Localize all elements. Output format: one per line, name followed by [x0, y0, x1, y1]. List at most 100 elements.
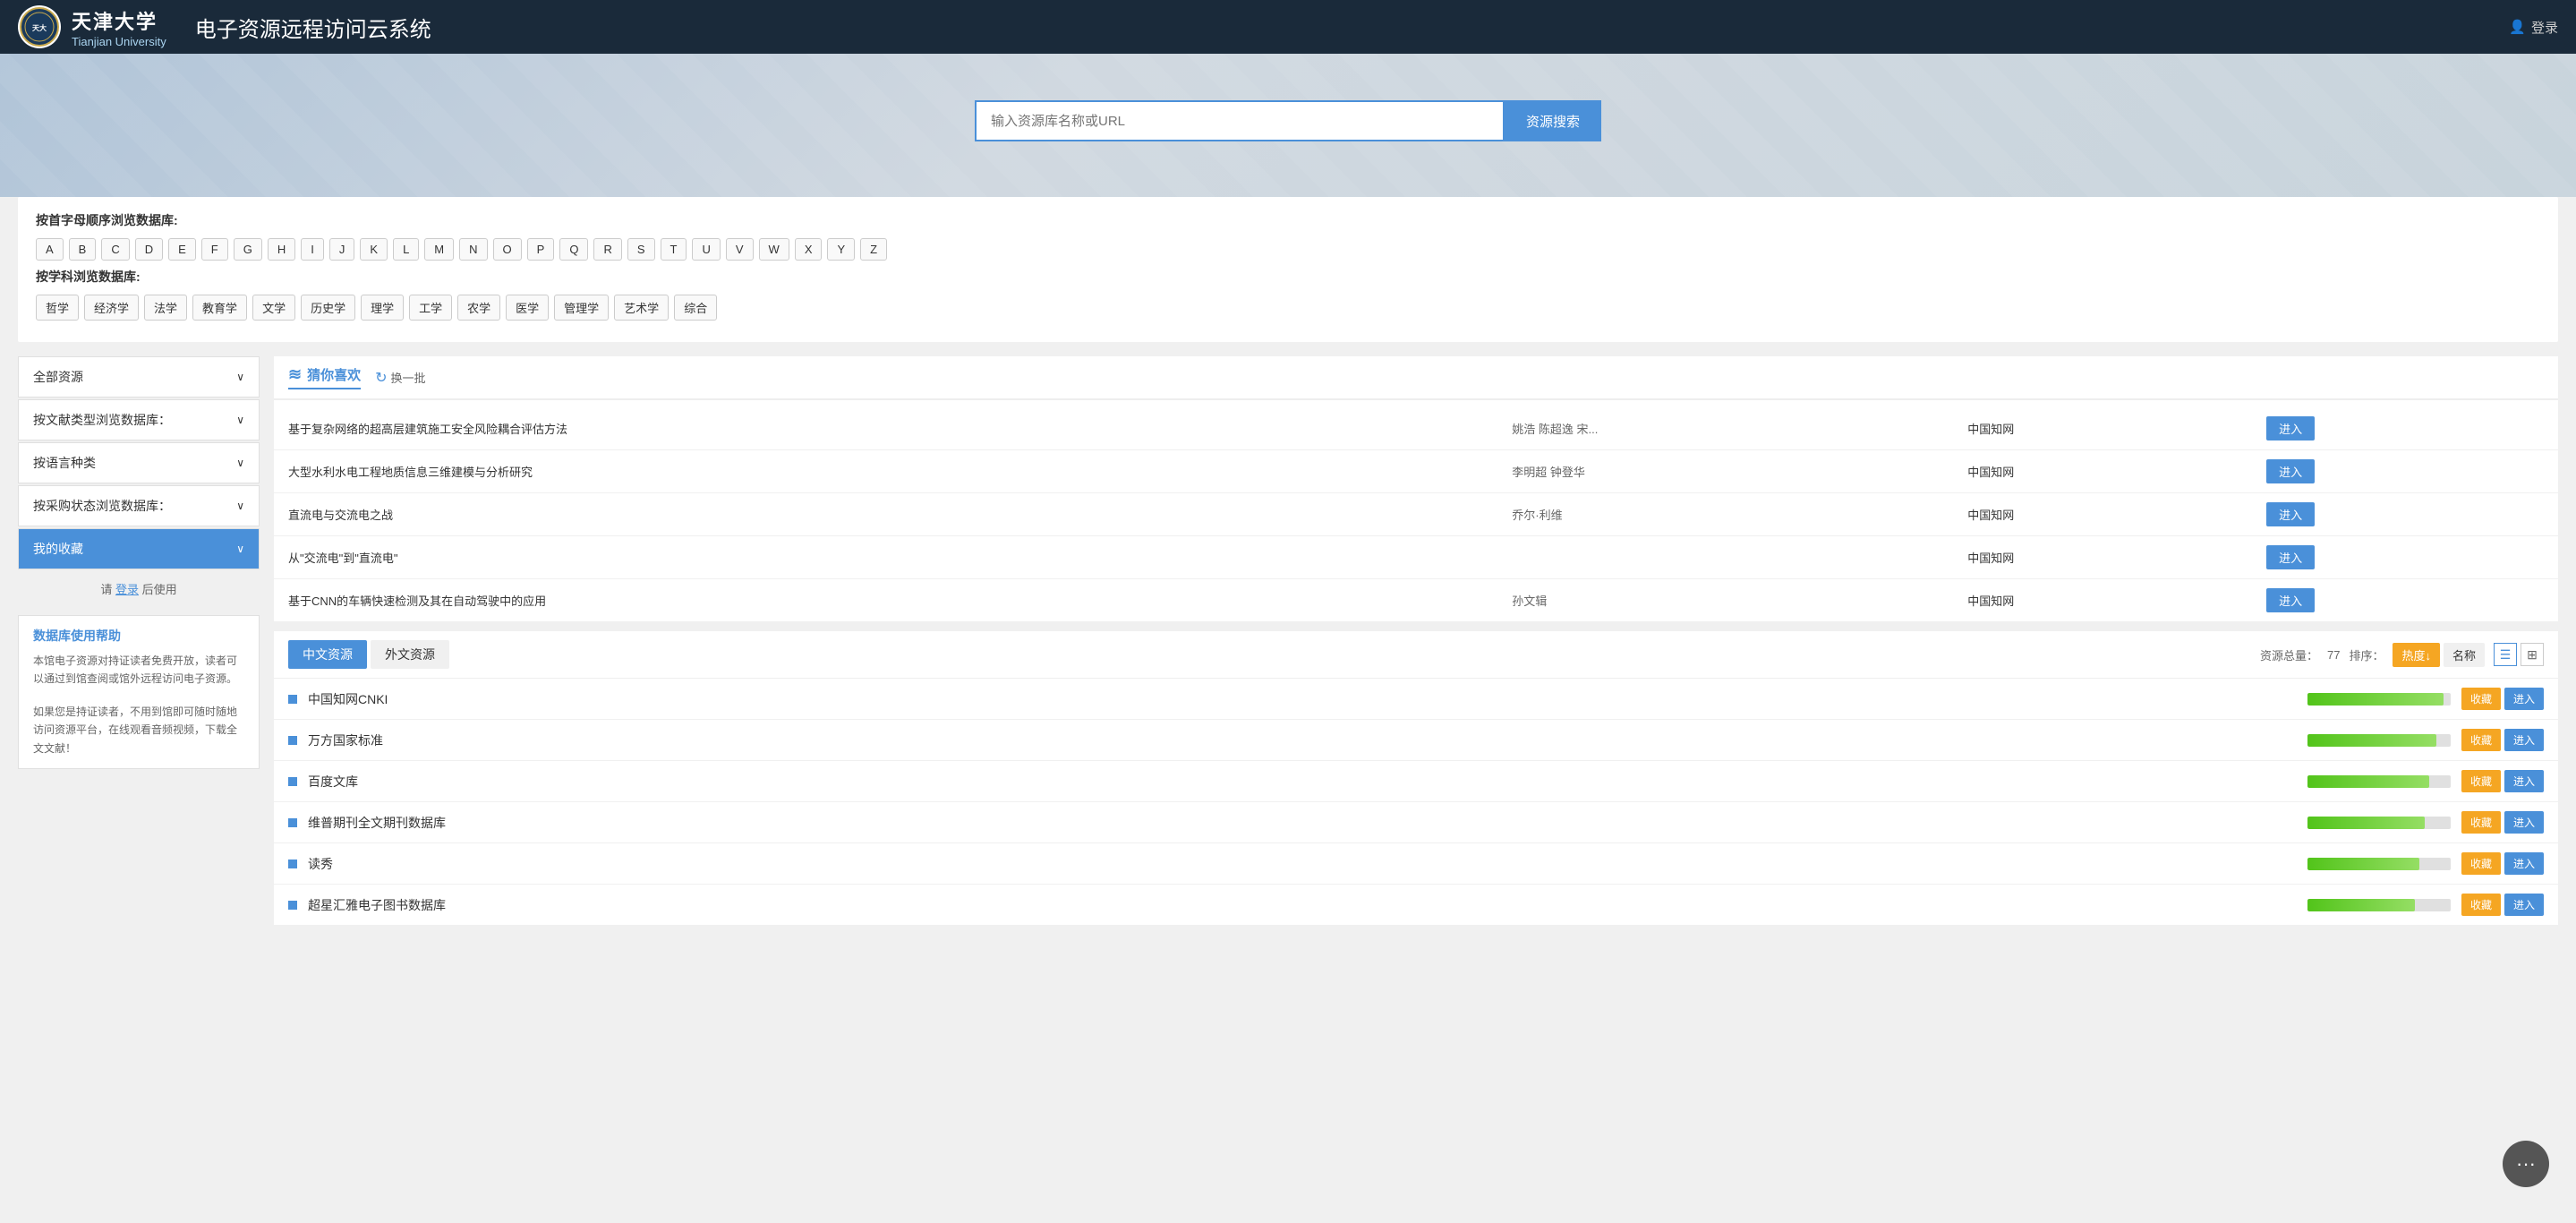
letter-btn-J[interactable]: J — [329, 238, 355, 261]
letter-btn-W[interactable]: W — [759, 238, 789, 261]
search-button[interactable]: 资源搜索 — [1505, 100, 1601, 141]
subject-btn-艺术学[interactable]: 艺术学 — [614, 295, 669, 321]
subject-btn-哲学[interactable]: 哲学 — [36, 295, 79, 321]
fav-btn-2[interactable]: 收藏 — [2461, 770, 2501, 792]
sort-btn-1[interactable]: 名称 — [2444, 643, 2485, 667]
subject-btn-医学[interactable]: 医学 — [506, 295, 549, 321]
letter-btn-P[interactable]: P — [527, 238, 555, 261]
letter-btn-D[interactable]: D — [135, 238, 163, 261]
res-actions-5: 收藏 进入 — [2461, 894, 2544, 916]
letter-btn-N[interactable]: N — [459, 238, 487, 261]
res-bar-fill-2 — [2307, 775, 2429, 788]
rec-title-3[interactable]: 从"交流电"到"直流电" — [274, 536, 1497, 579]
letter-btn-Z[interactable]: Z — [860, 238, 887, 261]
letter-btn-H[interactable]: H — [268, 238, 295, 261]
rec-title-4[interactable]: 基于CNN的车辆快速检测及其在自动驾驶中的应用 — [274, 579, 1497, 622]
login-button[interactable]: 👤 登录 — [2509, 18, 2558, 37]
rec-enter-cell-0: 进入 — [2252, 407, 2558, 450]
alpha-browse-label: 按首字母顺序浏览数据库: — [36, 211, 2540, 229]
letter-btn-O[interactable]: O — [493, 238, 522, 261]
enter-btn-1[interactable]: 进入 — [2504, 729, 2544, 751]
subject-btn-教育学[interactable]: 教育学 — [192, 295, 247, 321]
rec-source-2: 中国知网 — [1953, 493, 2252, 536]
res-dot-2 — [288, 777, 297, 786]
rec-enter-btn-0[interactable]: 进入 — [2266, 416, 2315, 440]
letter-btn-L[interactable]: L — [393, 238, 419, 261]
enter-btn-5[interactable]: 进入 — [2504, 894, 2544, 916]
total-label: 资源总量： — [2260, 646, 2318, 663]
resource-tab-0[interactable]: 中文资源 — [288, 640, 367, 669]
list-view-icon[interactable]: ☰ — [2494, 643, 2517, 666]
letter-btn-F[interactable]: F — [201, 238, 228, 261]
subject-btn-经济学[interactable]: 经济学 — [84, 295, 139, 321]
letter-btn-X[interactable]: X — [795, 238, 823, 261]
fav-btn-1[interactable]: 收藏 — [2461, 729, 2501, 751]
subject-btn-工学[interactable]: 工学 — [409, 295, 452, 321]
letter-btn-V[interactable]: V — [726, 238, 754, 261]
login-label: 登录 — [2531, 18, 2558, 37]
rec-enter-btn-3[interactable]: 进入 — [2266, 545, 2315, 569]
rec-author-3 — [1497, 536, 1953, 579]
rec-tab[interactable]: ≋ 猜你喜欢 — [288, 365, 361, 389]
letter-btn-M[interactable]: M — [424, 238, 454, 261]
fav-btn-4[interactable]: 收藏 — [2461, 852, 2501, 875]
enter-btn-2[interactable]: 进入 — [2504, 770, 2544, 792]
enter-btn-3[interactable]: 进入 — [2504, 811, 2544, 834]
rec-enter-btn-4[interactable]: 进入 — [2266, 588, 2315, 612]
res-dot-1 — [288, 736, 297, 745]
chat-button[interactable]: ··· — [2503, 1141, 2549, 1187]
fav-btn-5[interactable]: 收藏 — [2461, 894, 2501, 916]
sidebar-item-4[interactable]: 我的收藏∨ — [18, 528, 260, 569]
search-input[interactable] — [975, 100, 1505, 141]
letter-btn-Y[interactable]: Y — [827, 238, 855, 261]
rec-title-0[interactable]: 基于复杂网络的超高层建筑施工安全风险耦合评估方法 — [274, 407, 1497, 450]
letter-btn-G[interactable]: G — [234, 238, 262, 261]
letter-btn-Q[interactable]: Q — [559, 238, 588, 261]
letter-btn-E[interactable]: E — [168, 238, 196, 261]
rec-source-1: 中国知网 — [1953, 450, 2252, 493]
letter-btn-U[interactable]: U — [692, 238, 720, 261]
rec-bar: ≋ 猜你喜欢 ↻ 换一批 — [274, 356, 2558, 400]
rec-enter-btn-1[interactable]: 进入 — [2266, 459, 2315, 483]
letter-btn-R[interactable]: R — [593, 238, 621, 261]
grid-view-icon[interactable]: ⊞ — [2521, 643, 2544, 666]
sort-btn-0[interactable]: 热度↓ — [2393, 643, 2440, 667]
res-bar-fill-1 — [2307, 734, 2436, 747]
letter-btn-B[interactable]: B — [69, 238, 97, 261]
refresh-button[interactable]: ↻ 换一批 — [375, 369, 425, 387]
sort-options: 热度↓名称 — [2393, 643, 2485, 667]
rec-enter-btn-2[interactable]: 进入 — [2266, 502, 2315, 526]
sidebar-item-1[interactable]: 按文献类型浏览数据库：∨ — [18, 399, 260, 440]
rec-title-2[interactable]: 直流电与交流电之战 — [274, 493, 1497, 536]
subject-btn-文学[interactable]: 文学 — [252, 295, 295, 321]
sidebar-item-3[interactable]: 按采购状态浏览数据库：∨ — [18, 485, 260, 526]
subject-btn-管理学[interactable]: 管理学 — [554, 295, 609, 321]
fav-btn-0[interactable]: 收藏 — [2461, 688, 2501, 710]
letter-btn-T[interactable]: T — [661, 238, 687, 261]
login-link[interactable]: 登录 — [115, 583, 139, 596]
fav-btn-3[interactable]: 收藏 — [2461, 811, 2501, 834]
subject-btn-历史学[interactable]: 历史学 — [301, 295, 355, 321]
res-bar-container-2 — [2307, 775, 2451, 788]
letter-btn-C[interactable]: C — [101, 238, 129, 261]
subject-btn-理学[interactable]: 理学 — [361, 295, 404, 321]
letter-btn-K[interactable]: K — [360, 238, 388, 261]
enter-btn-0[interactable]: 进入 — [2504, 688, 2544, 710]
sidebar-item-2[interactable]: 按语言种类∨ — [18, 442, 260, 483]
rec-title-1[interactable]: 大型水利水电工程地质信息三维建模与分析研究 — [274, 450, 1497, 493]
sidebar-item-0[interactable]: 全部资源∨ — [18, 356, 260, 398]
rec-source-4: 中国知网 — [1953, 579, 2252, 622]
subject-btn-综合[interactable]: 综合 — [674, 295, 717, 321]
res-name-0: 中国知网CNKI — [308, 690, 2297, 708]
resource-row-4: 读秀 收藏 进入 — [274, 843, 2558, 885]
resource-tab-1[interactable]: 外文资源 — [371, 640, 449, 669]
resource-row-0: 中国知网CNKI 收藏 进入 — [274, 679, 2558, 720]
enter-btn-4[interactable]: 进入 — [2504, 852, 2544, 875]
subject-btn-农学[interactable]: 农学 — [457, 295, 500, 321]
letter-btn-I[interactable]: I — [301, 238, 324, 261]
resource-row-5: 超星汇雅电子图书数据库 收藏 进入 — [274, 885, 2558, 926]
subject-btn-法学[interactable]: 法学 — [144, 295, 187, 321]
chat-icon: ··· — [2516, 1152, 2536, 1176]
letter-btn-S[interactable]: S — [627, 238, 655, 261]
letter-btn-A[interactable]: A — [36, 238, 64, 261]
